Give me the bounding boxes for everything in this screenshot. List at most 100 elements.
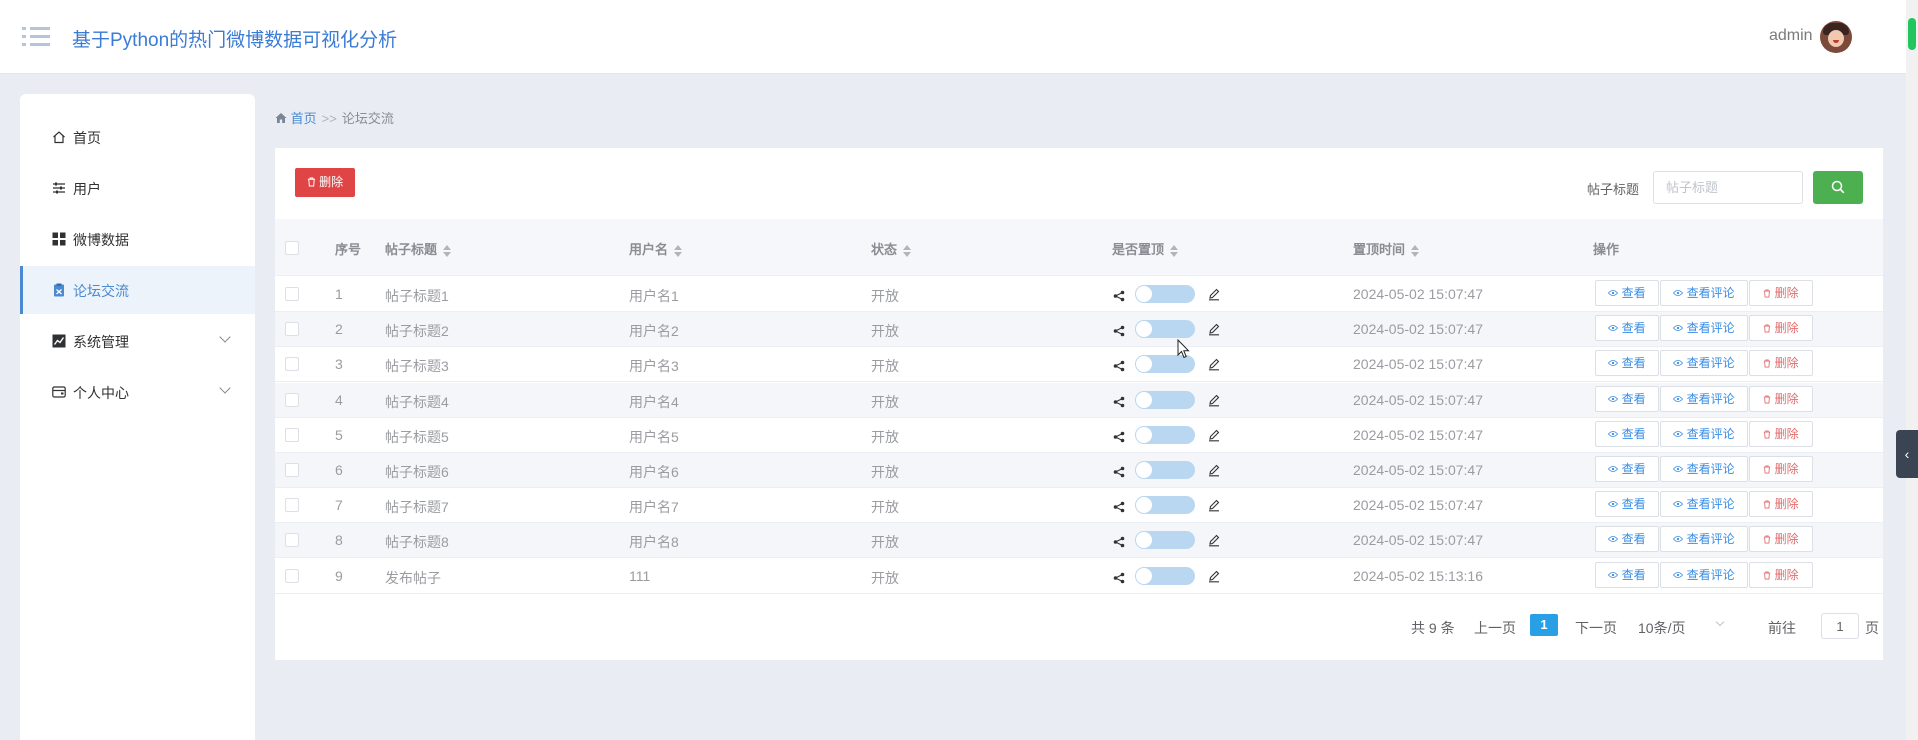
share-icon[interactable] <box>1113 289 1125 302</box>
table-row: 2 帖子标题2 用户名2 开放 2024-05-02 15:07:47 查看 查看评论 … <box>275 312 1883 348</box>
view-comments-button[interactable]: 查看评论 <box>1660 315 1748 342</box>
delete-button[interactable]: 删除 <box>1749 350 1813 377</box>
cell-username: 用户名3 <box>629 358 679 375</box>
delete-button[interactable]: 删除 <box>1749 491 1813 518</box>
page-number-button[interactable]: 1 <box>1530 614 1558 636</box>
view-comments-button[interactable]: 查看评论 <box>1660 491 1748 518</box>
view-button[interactable]: 查看 <box>1595 280 1659 306</box>
next-page-button[interactable]: 下一页 <box>1575 618 1617 638</box>
cell-username: 用户名5 <box>629 428 679 445</box>
goto-page-input[interactable] <box>1821 613 1859 639</box>
delete-button[interactable]: 删除 <box>1749 280 1813 306</box>
breadcrumb-home[interactable]: 首页 <box>291 111 317 126</box>
pin-toggle[interactable] <box>1135 425 1195 444</box>
eye-icon <box>1673 356 1684 370</box>
pin-toggle[interactable] <box>1135 320 1195 339</box>
view-button[interactable]: 查看 <box>1595 385 1659 412</box>
cell-title: 发布帖子 <box>385 569 441 586</box>
page-size-select[interactable]: 10条/页 <box>1638 618 1685 638</box>
cell-username: 用户名1 <box>629 288 679 304</box>
view-comments-button[interactable]: 查看评论 <box>1660 526 1748 553</box>
row-checkbox[interactable] <box>285 568 299 583</box>
edit-icon[interactable] <box>1207 357 1221 371</box>
view-button[interactable]: 查看 <box>1595 315 1659 342</box>
view-button[interactable]: 查看 <box>1595 420 1659 447</box>
edit-icon[interactable] <box>1207 533 1221 547</box>
share-icon[interactable] <box>1113 324 1125 337</box>
cell-status: 开放 <box>871 569 899 586</box>
view-comments-button[interactable]: 查看评论 <box>1660 280 1748 306</box>
row-checkbox[interactable] <box>285 427 299 442</box>
sidebar-item-home[interactable]: 首页 <box>20 113 255 161</box>
row-checkbox[interactable] <box>285 533 299 548</box>
share-icon[interactable] <box>1113 500 1125 513</box>
pin-toggle[interactable] <box>1135 566 1195 585</box>
pin-toggle[interactable] <box>1135 496 1195 515</box>
search-button[interactable] <box>1813 171 1863 204</box>
sidebar-item-forum[interactable]: 论坛交流 <box>20 266 255 314</box>
view-comments-button[interactable]: 查看评论 <box>1660 561 1748 588</box>
delete-button[interactable]: 删除 <box>1749 315 1813 342</box>
col-index: 序号 <box>335 242 362 257</box>
view-comments-button[interactable]: 查看评论 <box>1660 350 1748 377</box>
delete-button[interactable]: 删除 <box>1749 420 1813 447</box>
view-button[interactable]: 查看 <box>1595 350 1659 377</box>
view-button[interactable]: 查看 <box>1595 456 1659 482</box>
row-checkbox[interactable] <box>285 463 299 477</box>
row-checkbox[interactable] <box>285 287 299 301</box>
sidebar-item-personal[interactable]: 个人中心 <box>20 368 255 416</box>
edit-icon[interactable] <box>1207 428 1221 442</box>
collapse-panel-handle[interactable]: ‹ <box>1896 430 1918 478</box>
share-icon[interactable] <box>1113 571 1125 583</box>
edit-icon[interactable] <box>1207 498 1221 512</box>
pin-toggle[interactable] <box>1135 390 1195 409</box>
sidebar-item-weibo-data[interactable]: 微博数据 <box>20 215 255 263</box>
user-name[interactable]: admin <box>1769 27 1813 45</box>
prev-page-button[interactable]: 上一页 <box>1474 618 1516 638</box>
edit-icon[interactable] <box>1207 393 1221 407</box>
share-icon[interactable] <box>1113 430 1125 443</box>
view-comments-button[interactable]: 查看评论 <box>1660 456 1748 482</box>
pin-toggle[interactable] <box>1135 531 1195 550</box>
share-icon[interactable] <box>1113 465 1125 478</box>
row-checkbox[interactable] <box>285 357 299 372</box>
view-button[interactable]: 查看 <box>1595 526 1659 553</box>
pin-toggle[interactable] <box>1135 461 1195 479</box>
row-checkbox[interactable] <box>285 498 299 513</box>
col-pinned-time[interactable]: 置顶时间 <box>1353 239 1420 258</box>
edit-icon[interactable] <box>1207 322 1221 336</box>
edit-icon[interactable] <box>1207 287 1221 301</box>
delete-button[interactable]: 删除 <box>1749 385 1813 412</box>
view-comments-button[interactable]: 查看评论 <box>1660 385 1748 412</box>
eye-icon <box>1673 532 1684 546</box>
delete-button[interactable]: 删除 <box>1749 456 1813 482</box>
share-icon[interactable] <box>1113 535 1125 548</box>
select-all-checkbox[interactable] <box>285 241 299 255</box>
title-search-input[interactable] <box>1653 171 1803 204</box>
cell-title: 帖子标题2 <box>385 323 449 340</box>
share-icon[interactable] <box>1113 359 1125 372</box>
avatar[interactable] <box>1820 21 1852 53</box>
breadcrumb-current: 论坛交流 <box>341 111 394 126</box>
edit-icon[interactable] <box>1207 463 1221 477</box>
view-button[interactable]: 查看 <box>1595 491 1659 518</box>
batch-delete-button[interactable]: 删除 <box>295 168 355 197</box>
edit-icon[interactable] <box>1207 569 1221 583</box>
pin-toggle[interactable] <box>1135 285 1195 303</box>
row-checkbox[interactable] <box>285 322 299 337</box>
page-scrollbar[interactable] <box>1906 0 1918 740</box>
delete-button[interactable]: 删除 <box>1749 526 1813 553</box>
share-icon[interactable] <box>1113 395 1125 407</box>
sidebar-item-system[interactable]: 系统管理 <box>20 317 255 365</box>
view-button[interactable]: 查看 <box>1595 561 1659 588</box>
sidebar-item-user[interactable]: 用户 <box>20 164 255 212</box>
col-pinned[interactable]: 是否置顶 <box>1112 239 1179 258</box>
col-username[interactable]: 用户名 <box>629 239 683 258</box>
col-status[interactable]: 状态 <box>871 239 912 258</box>
menu-toggle-icon[interactable] <box>22 26 50 48</box>
cell-title: 帖子标题4 <box>385 393 449 410</box>
col-title[interactable]: 帖子标题 <box>385 239 452 258</box>
delete-button[interactable]: 删除 <box>1749 561 1813 588</box>
row-checkbox[interactable] <box>285 392 299 407</box>
view-comments-button[interactable]: 查看评论 <box>1660 420 1748 447</box>
